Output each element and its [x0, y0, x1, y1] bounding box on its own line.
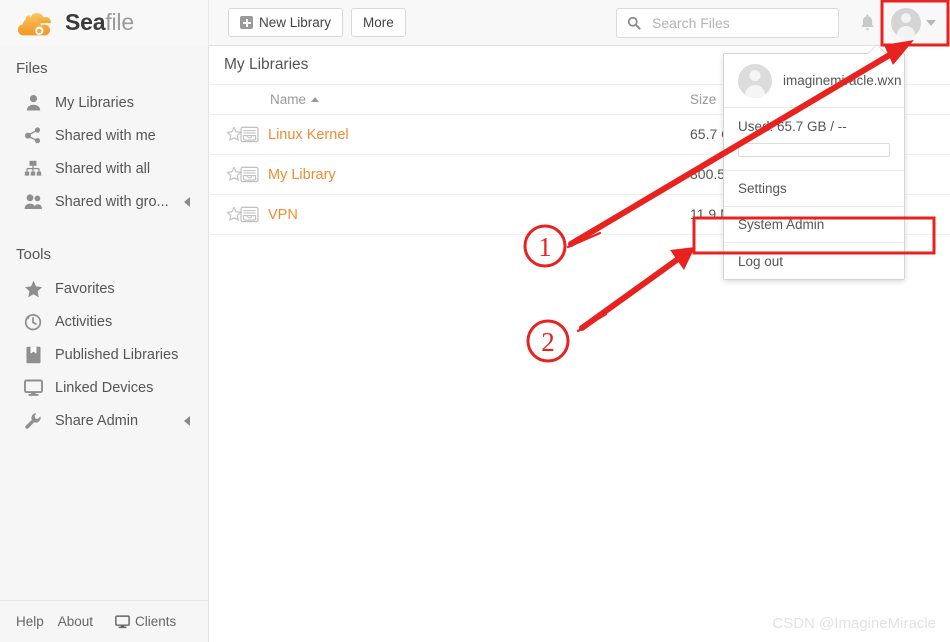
- wrench-icon: [22, 411, 44, 431]
- sort-ascending-icon: [311, 96, 320, 102]
- brand-name-bold: Sea: [65, 9, 106, 35]
- user-avatar-button[interactable]: [891, 8, 936, 38]
- dropdown-quota-section: Used: 65.7 GB / --: [724, 108, 904, 171]
- search-icon: [627, 16, 641, 30]
- dropdown-item-system-admin[interactable]: System Admin: [724, 207, 904, 243]
- sidebar-item-label: Share Admin: [55, 412, 139, 429]
- sidebar-item-label: Shared with all: [55, 160, 151, 177]
- sidebar-heading-files: Files: [16, 60, 48, 77]
- clock-history-icon: [22, 312, 44, 332]
- quota-progress-bar: [738, 143, 890, 157]
- library-name-cell[interactable]: My Library: [268, 154, 690, 195]
- person-icon: [22, 93, 44, 113]
- library-name-cell[interactable]: Linux Kernel: [268, 114, 690, 155]
- library-box-icon: [240, 166, 259, 182]
- library-box-icon: [240, 126, 259, 142]
- library-box-icon: [240, 206, 259, 222]
- chevron-left-icon[interactable]: [184, 415, 190, 426]
- about-link[interactable]: About: [58, 614, 93, 629]
- quota-text: Used: 65.7 GB / --: [738, 119, 847, 134]
- sidebar-item-my-libraries[interactable]: My Libraries: [0, 86, 208, 119]
- seafile-app-window: Seafile New Library More Search Files Fi…: [0, 0, 950, 642]
- toolbar-actions: New Library More: [228, 8, 406, 37]
- library-name-link[interactable]: My Library: [268, 167, 336, 183]
- more-button[interactable]: More: [351, 8, 406, 37]
- dropdown-username: imaginemiracle.wxn: [783, 73, 902, 88]
- favorite-star-cell[interactable]: [210, 154, 242, 195]
- library-icon-cell: [240, 194, 268, 235]
- chevron-left-icon[interactable]: [184, 196, 190, 207]
- library-name-link[interactable]: VPN: [268, 207, 298, 223]
- bell-icon: [860, 13, 874, 30]
- column-header-name-label: Name: [270, 91, 307, 107]
- cloud-logo-icon: [17, 12, 51, 35]
- clients-label: Clients: [135, 614, 177, 629]
- column-header-name[interactable]: Name: [268, 85, 690, 115]
- sidebar-item-label: My Libraries: [55, 94, 134, 111]
- sidebar-item-favorites[interactable]: Favorites: [0, 272, 208, 305]
- dropdown-arrow-inner-icon: [868, 45, 886, 54]
- library-icon-cell: [240, 154, 268, 195]
- sidebar-item-label: Favorites: [55, 280, 115, 297]
- sidebar-item-share-admin[interactable]: Share Admin: [0, 404, 208, 437]
- sidebar-item-label: Linked Devices: [55, 379, 154, 396]
- library-icon-cell: [240, 114, 268, 155]
- monitor-icon: [22, 378, 44, 398]
- top-bar: Seafile New Library More: [0, 0, 950, 46]
- new-library-label: New Library: [259, 15, 332, 30]
- plus-icon: [240, 16, 253, 29]
- chevron-down-icon: [926, 20, 936, 26]
- sidebar-item-label: Activities: [55, 313, 113, 330]
- sidebar-item-shared-with-all[interactable]: Shared with all: [0, 152, 208, 185]
- notifications-button[interactable]: [851, 6, 883, 40]
- search-box[interactable]: [616, 8, 839, 38]
- sidebar-item-activities[interactable]: Activities: [0, 305, 208, 338]
- help-link[interactable]: Help: [16, 614, 44, 629]
- user-avatar-icon: [891, 8, 921, 38]
- library-name-cell[interactable]: VPN: [268, 194, 690, 235]
- favorite-star-cell[interactable]: [210, 114, 242, 155]
- dropdown-item-log-out[interactable]: Log out: [724, 243, 904, 279]
- sidebar-item-shared-with-me[interactable]: Shared with me: [0, 119, 208, 152]
- column-header-icon: [240, 85, 268, 115]
- sidebar-footer: Help About Clients: [0, 600, 208, 642]
- watermark-text: CSDN @ImagineMiracle: [772, 615, 936, 632]
- share-nodes-icon: [22, 126, 44, 146]
- brand-name: Seafile: [65, 9, 134, 36]
- monitor-icon: [115, 614, 130, 628]
- sidebar: Files My Libraries Shared with me Shared…: [0, 46, 209, 642]
- book-icon: [22, 345, 44, 365]
- clients-link[interactable]: Clients: [115, 614, 176, 629]
- sidebar-item-linked-devices[interactable]: Linked Devices: [0, 371, 208, 404]
- dropdown-item-settings[interactable]: Settings: [724, 171, 904, 207]
- dropdown-user-row: imaginemiracle.wxn: [724, 54, 904, 108]
- brand-logo[interactable]: Seafile: [0, 0, 209, 46]
- user-avatar-icon: [738, 63, 772, 98]
- sidebar-item-label: Published Libraries: [55, 346, 179, 363]
- sidebar-item-published-libraries[interactable]: Published Libraries: [0, 338, 208, 371]
- sidebar-item-shared-with-groups[interactable]: Shared with gro...: [0, 185, 208, 218]
- sidebar-heading-tools: Tools: [16, 246, 52, 263]
- library-name-link[interactable]: Linux Kernel: [268, 127, 349, 143]
- search-input[interactable]: [650, 14, 820, 32]
- group-people-icon: [22, 192, 44, 212]
- toolbar-right: [616, 0, 950, 46]
- favorite-star-cell[interactable]: [210, 194, 242, 235]
- more-label: More: [363, 15, 394, 30]
- column-header-star: [210, 85, 240, 115]
- sidebar-item-label: Shared with me: [55, 127, 156, 144]
- star-icon: [22, 279, 44, 299]
- brand-name-light: file: [105, 9, 134, 35]
- user-dropdown-menu: imaginemiracle.wxn Used: 65.7 GB / -- Se…: [723, 44, 905, 280]
- org-chart-icon: [22, 159, 44, 179]
- new-library-button[interactable]: New Library: [228, 8, 344, 37]
- sidebar-item-label: Shared with gro...: [55, 193, 169, 210]
